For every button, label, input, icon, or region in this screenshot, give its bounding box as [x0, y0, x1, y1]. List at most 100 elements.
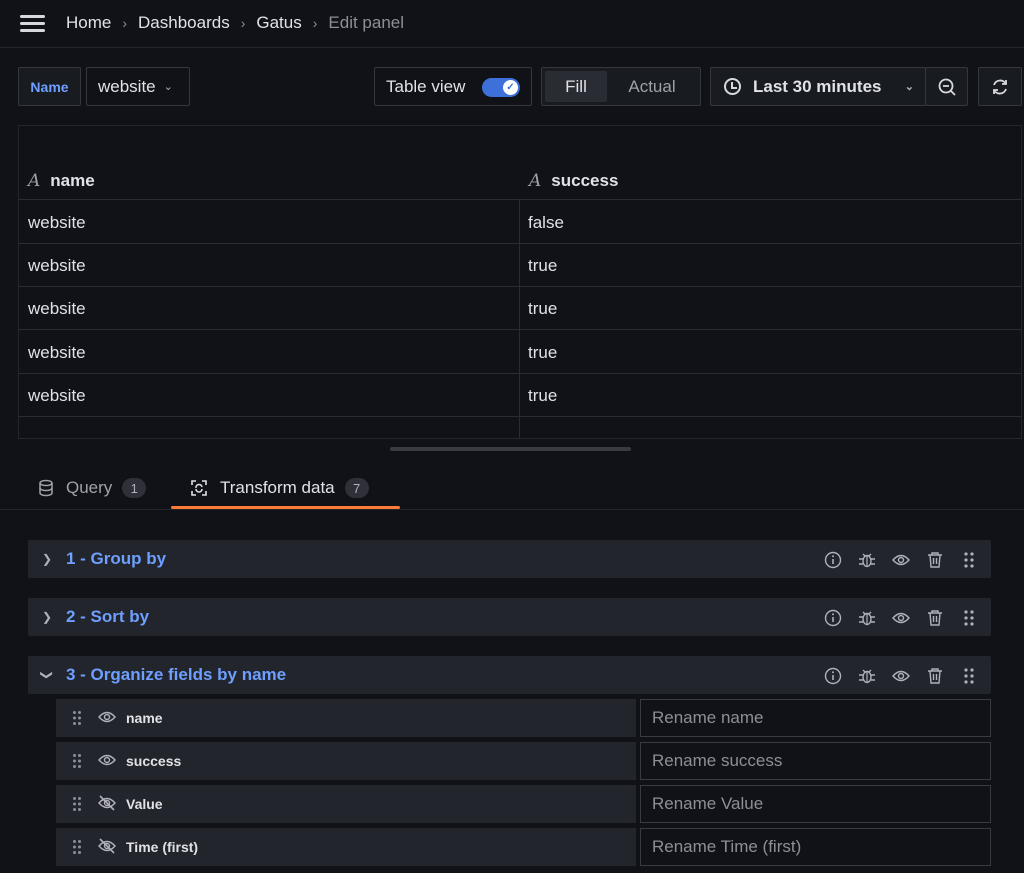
column-header-success[interactable]: A success [529, 162, 618, 199]
drag-handle-icon[interactable] [959, 608, 979, 628]
table-header: A name A success [19, 162, 1021, 200]
top-nav-bar: Home › Dashboards › Gatus › Edit panel [0, 0, 1024, 48]
eye-slash-icon[interactable] [98, 838, 116, 859]
chevron-down-icon: ⌄ [904, 81, 914, 93]
eye-icon[interactable] [891, 608, 911, 628]
transformation-actions [809, 666, 979, 686]
tab-transform-data[interactable]: Transform data 7 [190, 466, 369, 510]
drag-handle-icon[interactable] [72, 796, 82, 817]
rename-field-input[interactable] [640, 828, 991, 866]
bug-icon[interactable] [857, 550, 877, 570]
transformation-row[interactable]: ❯ 2 - Sort by [28, 598, 991, 636]
database-icon [38, 479, 54, 497]
drag-handle-icon[interactable] [959, 550, 979, 570]
transformation-title[interactable]: 1 - Group by [66, 549, 166, 569]
table-cell: website [28, 299, 86, 318]
bug-icon[interactable] [857, 608, 877, 628]
fill-option[interactable]: Fill [545, 71, 607, 102]
string-type-icon: A [28, 170, 41, 191]
organize-field-row: success [56, 742, 636, 780]
breadcrumb-current: Edit panel [328, 13, 405, 32]
string-type-icon: A [529, 170, 542, 191]
eye-icon[interactable] [891, 666, 911, 686]
refresh-icon [993, 79, 1007, 94]
breadcrumb-home[interactable]: Home [66, 13, 111, 33]
chevron-down-icon: ⌄ [163, 81, 173, 93]
table-row: website true [19, 287, 1021, 330]
drag-handle-icon[interactable] [72, 839, 82, 860]
drag-handle-icon[interactable] [72, 710, 82, 731]
editor-tabs: Query 1 Transform data 7 [0, 466, 1024, 510]
query-count-badge: 1 [122, 478, 147, 498]
eye-icon[interactable] [98, 752, 116, 773]
eye-slash-icon[interactable] [98, 795, 116, 816]
transform-icon [190, 479, 208, 497]
info-icon[interactable] [823, 550, 843, 570]
table-row: website true [19, 374, 1021, 417]
organize-field-row: Time (first) [56, 828, 636, 866]
breadcrumb-separator: › [122, 15, 128, 31]
eye-icon[interactable] [891, 550, 911, 570]
transformation-actions [809, 550, 979, 570]
table-cell: false [528, 213, 564, 232]
time-range-label: Last 30 minutes [753, 76, 882, 96]
table-cell: website [28, 213, 86, 232]
rename-field-input[interactable] [640, 742, 991, 780]
transformation-actions [809, 608, 979, 628]
table-view-label: Table view [386, 76, 466, 96]
variable-value: website [98, 76, 156, 96]
trash-icon[interactable] [925, 550, 945, 570]
table-cell: true [528, 299, 558, 318]
breadcrumb-dashboards[interactable]: Dashboards [138, 13, 230, 33]
rename-field-input[interactable] [640, 699, 991, 737]
table-cell: website [28, 256, 86, 275]
trash-icon[interactable] [925, 608, 945, 628]
pane-resize-handle[interactable] [390, 447, 631, 451]
toggle-switch[interactable]: ✓ [482, 78, 520, 97]
rename-field-input[interactable] [640, 785, 991, 823]
column-header-name[interactable]: A name [28, 162, 95, 199]
transformation-row[interactable]: ❯ 1 - Group by [28, 540, 991, 578]
tab-query[interactable]: Query 1 [38, 466, 147, 510]
field-name: success [126, 753, 182, 769]
chevron-right-icon[interactable]: ❯ [42, 610, 52, 624]
breadcrumb-gatus[interactable]: Gatus [256, 13, 301, 33]
field-name: Value [126, 796, 163, 812]
transformations-pane: ❯ 1 - Group by ❯ 2 - Sort by ❯ 3 - Organ… [0, 511, 1024, 873]
transform-count-badge: 7 [344, 478, 369, 498]
info-icon[interactable] [823, 666, 843, 686]
eye-icon[interactable] [98, 709, 116, 730]
chevron-right-icon[interactable]: ❯ [42, 552, 52, 566]
active-tab-indicator [171, 506, 400, 509]
column-header-label: name [50, 170, 95, 190]
variable-select[interactable]: website ⌄ [86, 67, 190, 106]
table-cell: website [28, 343, 86, 362]
bug-icon[interactable] [857, 666, 877, 686]
table-panel: A name A success website false website t… [18, 125, 1022, 439]
table-cell: true [528, 256, 558, 275]
trash-icon[interactable] [925, 666, 945, 686]
breadcrumb-separator: › [312, 15, 318, 31]
table-row: website true [19, 331, 1021, 374]
organize-field-row: name [56, 699, 636, 737]
zoom-out-button[interactable] [925, 67, 968, 106]
column-header-label: success [551, 170, 619, 190]
menu-icon[interactable] [20, 15, 45, 33]
refresh-button[interactable] [978, 67, 1022, 106]
breadcrumb: Home › Dashboards › Gatus › Edit panel [66, 13, 404, 33]
table-view-toggle[interactable]: Table view ✓ [374, 67, 532, 106]
organize-field-row: Value [56, 785, 636, 823]
transformation-row[interactable]: ❯ 3 - Organize fields by name [28, 656, 991, 694]
table-cell: true [528, 343, 558, 362]
zoom-out-icon [938, 78, 956, 96]
drag-handle-icon[interactable] [72, 753, 82, 774]
check-icon: ✓ [503, 80, 518, 95]
chevron-down-icon[interactable]: ❯ [40, 670, 54, 680]
info-icon[interactable] [823, 608, 843, 628]
transformation-title[interactable]: 3 - Organize fields by name [66, 665, 286, 685]
actual-option[interactable]: Actual [607, 71, 697, 102]
transformation-title[interactable]: 2 - Sort by [66, 607, 149, 627]
drag-handle-icon[interactable] [959, 666, 979, 686]
fill-actual-radio-group: Fill Actual [541, 67, 701, 106]
time-range-picker[interactable]: Last 30 minutes ⌄ [710, 67, 926, 106]
